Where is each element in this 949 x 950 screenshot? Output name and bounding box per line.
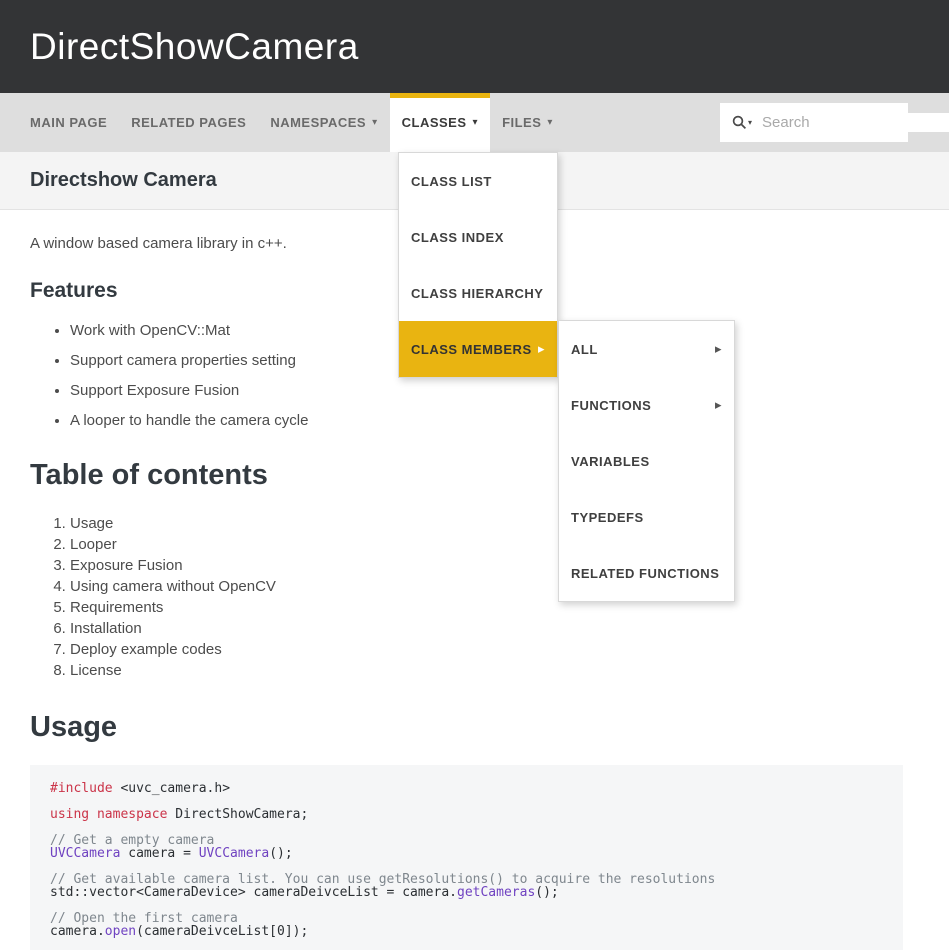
menu-item-label: CLASS LIST: [411, 174, 492, 189]
dropdown-item-class-index[interactable]: CLASS INDEX: [399, 209, 557, 265]
menu-item-label: VARIABLES: [571, 454, 650, 469]
nav-item-namespaces[interactable]: NAMESPACES ▾: [258, 93, 389, 152]
code-line: UVCCamera camera = UVCCamera();: [50, 847, 883, 860]
code-line: #include <uvc_camera.h>: [50, 782, 883, 795]
class-members-submenu: ALL ▸ FUNCTIONS ▸ VARIABLES TYPEDEFS RELATED F…: [558, 320, 735, 602]
app-title: DirectShowCamera: [30, 26, 359, 68]
classes-dropdown-menu: CLASS LIST CLASS INDEX CLASS HIERARCHY CLAS…: [398, 152, 558, 378]
submenu-item-functions[interactable]: FUNCTIONS ▸: [559, 377, 734, 433]
chevron-down-icon: ▾: [473, 117, 479, 128]
search-input[interactable]: [760, 113, 949, 132]
code-line: using namespace DirectShowCamera;: [50, 808, 883, 821]
dropdown-item-class-hierarchy[interactable]: CLASS HIERARCHY: [399, 265, 557, 321]
menu-item-label: RELATED FUNCTIONS: [571, 566, 719, 581]
chevron-down-icon: ▾: [372, 117, 378, 128]
nav-item-label: NAMESPACES: [270, 115, 366, 130]
app-header: DirectShowCamera: [0, 0, 949, 93]
menu-item-label: CLASS INDEX: [411, 230, 504, 245]
toc-item: Requirements: [70, 597, 919, 618]
chevron-right-icon: ▸: [715, 342, 722, 357]
toc-item: License: [70, 660, 919, 681]
nav-item-label: RELATED PAGES: [131, 115, 246, 130]
menu-item-label: CLASS HIERARCHY: [411, 286, 543, 301]
chevron-right-icon: ▸: [538, 342, 545, 357]
nav-item-main-page[interactable]: MAIN PAGE: [18, 93, 119, 152]
search-box[interactable]: ▾: [720, 103, 908, 142]
menu-item-label: CLASS MEMBERS: [411, 342, 532, 357]
toc-item: Installation: [70, 618, 919, 639]
feature-item: A looper to handle the camera cycle: [70, 412, 919, 429]
submenu-item-variables[interactable]: VARIABLES: [559, 433, 734, 489]
submenu-item-related-functions[interactable]: RELATED FUNCTIONS: [559, 545, 734, 601]
nav-item-label: CLASSES: [402, 115, 467, 130]
search-icon[interactable]: ▾: [732, 115, 752, 130]
nav-item-label: MAIN PAGE: [30, 115, 107, 130]
usage-heading: Usage: [30, 711, 919, 744]
nav-item-related-pages[interactable]: RELATED PAGES: [119, 93, 258, 152]
dropdown-item-class-members[interactable]: CLASS MEMBERS ▸: [399, 321, 557, 377]
code-line: camera.open(cameraDeivceList[0]);: [50, 925, 883, 938]
submenu-item-all[interactable]: ALL ▸: [559, 321, 734, 377]
toc-item: Using camera without OpenCV: [70, 576, 919, 597]
submenu-item-typedefs[interactable]: TYPEDEFS: [559, 489, 734, 545]
feature-item: Support Exposure Fusion: [70, 382, 919, 399]
toc-item: Usage: [70, 513, 919, 534]
chevron-right-icon: ▸: [715, 398, 722, 413]
nav-item-label: FILES: [502, 115, 541, 130]
menu-item-label: ALL: [571, 342, 598, 357]
main-nav: MAIN PAGERELATED PAGESNAMESPACES▾CLASSES…: [0, 93, 949, 152]
toc-item: Deploy example codes: [70, 639, 919, 660]
toc-list: UsageLooperExposure FusionUsing camera w…: [30, 513, 919, 681]
toc-heading: Table of contents: [30, 459, 919, 492]
nav-item-files[interactable]: FILES ▾: [490, 93, 565, 152]
toc-item: Exposure Fusion: [70, 555, 919, 576]
chevron-down-icon: ▾: [547, 117, 553, 128]
search-filter-caret-icon: ▾: [748, 118, 752, 127]
nav-item-classes[interactable]: CLASSES ▾: [390, 93, 490, 152]
page-title: Directshow Camera: [30, 169, 217, 192]
usage-code-block: #include <uvc_camera.h> using namespace …: [30, 765, 903, 950]
menu-item-label: FUNCTIONS: [571, 398, 651, 413]
toc-item: Looper: [70, 534, 919, 555]
dropdown-item-class-list[interactable]: CLASS LIST: [399, 153, 557, 209]
menu-item-label: TYPEDEFS: [571, 510, 644, 525]
code-line: std::vector<CameraDevice> cameraDeivceLi…: [50, 886, 883, 899]
